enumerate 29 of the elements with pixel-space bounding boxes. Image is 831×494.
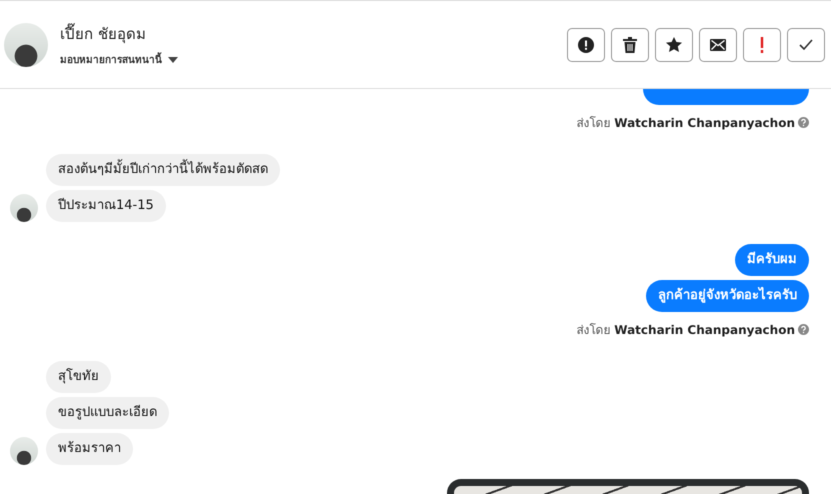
done-button[interactable] [787, 28, 825, 62]
received-message: ปีประมาณ14-15 [46, 190, 166, 222]
exclamation-circle-icon [578, 36, 594, 52]
received-message: สองต้นๆมีมั้ยปีเก่ากว่านี้ได้พร้อมตัดสด [46, 154, 280, 186]
check-icon [799, 39, 813, 50]
star-button[interactable] [655, 28, 693, 62]
contact-avatar [10, 437, 38, 465]
sent-by-label: ส่งโดย Watcharin Chanpanyachon [576, 322, 795, 339]
help-icon [798, 117, 809, 128]
exclamation-icon [760, 36, 764, 52]
received-message: พร้อมราคา [46, 433, 133, 465]
sent-by-label: ส่งโดย Watcharin Chanpanyachon [576, 115, 795, 132]
received-message: สุโขทัย [46, 361, 111, 393]
caret-icon [168, 56, 178, 62]
important-button[interactable] [743, 28, 781, 62]
contact-avatar [4, 22, 48, 66]
trash-icon [623, 36, 637, 52]
star-icon [666, 37, 682, 52]
delete-button[interactable] [611, 28, 649, 62]
envelope-icon [710, 38, 726, 50]
assign-conversation-dropdown[interactable]: มอบหมายการสนทนานี้ [60, 52, 178, 67]
received-message: ขอรูปแบบละเอียด [46, 397, 169, 429]
envelope-button[interactable] [699, 28, 737, 62]
contact-avatar [10, 194, 38, 222]
contact-name: เปี๊ยก ชัยอุดม [60, 22, 147, 46]
sent-message: ลูกค้าอยู่จังหวัดอะไรครับ [646, 280, 809, 312]
sent-message: มีครับผม [735, 244, 809, 276]
help-icon [798, 324, 809, 335]
alert-button[interactable] [567, 28, 605, 62]
